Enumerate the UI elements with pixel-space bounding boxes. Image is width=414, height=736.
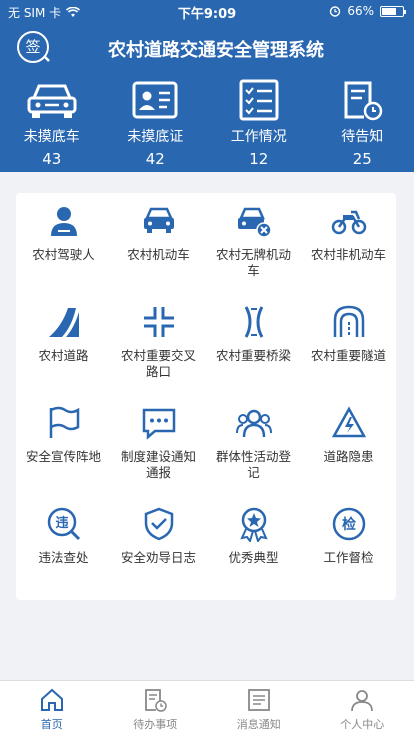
grid-item-label: 制度建设通知通报 bbox=[120, 449, 196, 480]
tab-home[interactable]: 首页 bbox=[0, 681, 104, 736]
car-no-plate-icon bbox=[237, 207, 272, 238]
grid-item-label: 工作督检 bbox=[323, 550, 374, 565]
shield-check-icon bbox=[144, 507, 173, 541]
tab-label: 待办事项 bbox=[133, 718, 178, 731]
stat-label: 未摸底车 bbox=[23, 129, 80, 145]
bridge-icon bbox=[244, 306, 263, 338]
function-grid-card: 农村驾驶人 农村机动车 农村无牌机动车 农村非机动车 农村道路 农村重要交叉路口… bbox=[16, 193, 396, 600]
battery-icon bbox=[380, 5, 406, 17]
grid-item-label: 安全劝导日志 bbox=[120, 550, 196, 565]
stat-value: 43 bbox=[42, 150, 62, 168]
home-icon bbox=[40, 688, 63, 711]
tab-label: 消息通知 bbox=[236, 718, 281, 731]
tab-todo[interactable]: 待办事项 bbox=[104, 681, 208, 736]
person-icon bbox=[351, 690, 374, 712]
function-grid: 农村驾驶人 农村机动车 农村无牌机动车 农村非机动车 农村道路 农村重要交叉路口… bbox=[16, 193, 396, 597]
grid-item-label: 道路隐患 bbox=[323, 449, 374, 464]
stat-label: 未摸底证 bbox=[127, 129, 184, 145]
stat-value: 25 bbox=[352, 150, 372, 168]
tab-label: 个人中心 bbox=[340, 718, 385, 731]
id-card-icon bbox=[132, 81, 178, 119]
checklist-icon bbox=[239, 79, 279, 121]
grid-item-work-inspection[interactable]: 检 工作督检 bbox=[301, 496, 396, 597]
violation-search-icon: 违 bbox=[47, 507, 80, 541]
stat-value: 42 bbox=[145, 150, 165, 168]
alarm-icon bbox=[330, 6, 341, 17]
tunnel-icon bbox=[333, 305, 364, 337]
grid-item-tunnels[interactable]: 农村重要隧道 bbox=[301, 294, 396, 395]
grid-item-rural-vehicles[interactable]: 农村机动车 bbox=[111, 193, 206, 294]
stat-unsurveyed-vehicles[interactable]: 未摸底车 43 bbox=[0, 72, 104, 172]
car-icon bbox=[27, 84, 77, 118]
grid-item-rural-drivers[interactable]: 农村驾驶人 bbox=[16, 193, 111, 294]
grid-item-intersections[interactable]: 农村重要交叉路口 bbox=[111, 294, 206, 395]
motorcycle-icon bbox=[331, 210, 366, 235]
grid-item-violations[interactable]: 违 违法查处 bbox=[16, 496, 111, 597]
logo-text: 签 bbox=[25, 38, 40, 56]
grid-item-label: 安全宣传阵地 bbox=[25, 449, 101, 464]
todo-icon bbox=[145, 689, 167, 712]
grid-item-label: 农村重要桥梁 bbox=[215, 348, 291, 363]
grid-item-safety-log[interactable]: 安全劝导日志 bbox=[111, 496, 206, 597]
star-medal-icon bbox=[239, 507, 268, 542]
flag-icon bbox=[49, 406, 79, 438]
document-clock-icon bbox=[344, 81, 383, 121]
grid-item-label: 农村机动车 bbox=[127, 247, 190, 262]
road-icon bbox=[48, 308, 79, 337]
bottom-tab-bar: 首页 待办事项 消息通知 个人中心 bbox=[0, 680, 414, 736]
driver-icon bbox=[50, 207, 77, 236]
page-title: 农村道路交通安全管理系统 bbox=[108, 40, 324, 61]
grid-item-non-motor-vehicles[interactable]: 农村非机动车 bbox=[301, 193, 396, 294]
stat-label: 工作情况 bbox=[230, 129, 287, 145]
stat-value: 12 bbox=[249, 150, 269, 168]
grid-item-label: 农村驾驶人 bbox=[32, 247, 95, 262]
inspect-icon: 检 bbox=[332, 507, 365, 541]
grid-item-safety-promotion[interactable]: 安全宣传阵地 bbox=[16, 395, 111, 496]
inspect-glyph: 检 bbox=[342, 516, 356, 533]
warning-icon bbox=[331, 406, 366, 438]
grid-item-road-hazards[interactable]: 道路隐患 bbox=[301, 395, 396, 496]
message-icon bbox=[142, 408, 175, 440]
tab-label: 首页 bbox=[40, 718, 63, 731]
message-list-icon bbox=[247, 689, 270, 711]
status-right: 66% bbox=[329, 4, 406, 18]
grid-item-label: 群体性活动登记 bbox=[215, 449, 291, 480]
grid-item-label: 农村重要隧道 bbox=[310, 348, 386, 363]
grid-item-label: 违法查处 bbox=[38, 550, 89, 565]
grid-item-label: 农村非机动车 bbox=[310, 247, 386, 262]
grid-item-excellent-examples[interactable]: 优秀典型 bbox=[206, 496, 301, 597]
grid-item-unlicensed-vehicles[interactable]: 农村无牌机动车 bbox=[206, 193, 301, 294]
stat-unsurveyed-licenses[interactable]: 未摸底证 42 bbox=[104, 72, 208, 172]
grid-item-label: 农村道路 bbox=[38, 348, 89, 363]
intersection-icon bbox=[143, 307, 174, 337]
car-icon bbox=[143, 207, 174, 233]
grid-item-label: 农村无牌机动车 bbox=[215, 247, 291, 278]
group-icon bbox=[235, 409, 272, 438]
grid-item-group-activities[interactable]: 群体性活动登记 bbox=[206, 395, 301, 496]
stat-label: 待告知 bbox=[341, 129, 384, 145]
grid-item-system-notices[interactable]: 制度建设通知通报 bbox=[111, 395, 206, 496]
battery-percent: 66% bbox=[347, 4, 374, 18]
status-bar: 无 SIM 卡 下午9:09 66% bbox=[0, 0, 414, 22]
stat-work-status[interactable]: 工作情况 12 bbox=[207, 72, 311, 172]
tab-messages[interactable]: 消息通知 bbox=[207, 681, 311, 736]
grid-item-rural-roads[interactable]: 农村道路 bbox=[16, 294, 111, 395]
app-header: 签 农村道路交通安全管理系统 bbox=[0, 22, 414, 72]
grid-item-label: 农村重要交叉路口 bbox=[120, 348, 196, 379]
grid-item-label: 优秀典型 bbox=[228, 550, 279, 565]
grid-item-bridges[interactable]: 农村重要桥梁 bbox=[206, 294, 301, 395]
violation-glyph: 违 bbox=[55, 515, 68, 531]
stat-pending-notice[interactable]: 待告知 25 bbox=[311, 72, 414, 172]
sign-logo-icon: 签 bbox=[17, 31, 50, 63]
stats-bar: 未摸底车 43 未摸底证 42 工作情况 12 待告知 25 bbox=[0, 72, 414, 172]
tab-profile[interactable]: 个人中心 bbox=[311, 681, 414, 736]
